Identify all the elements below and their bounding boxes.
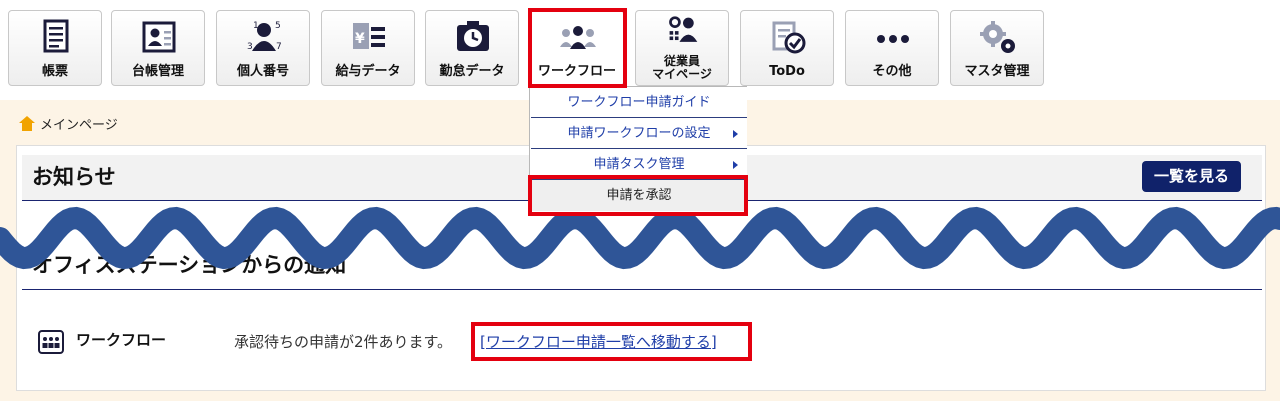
menu-item-workflow-settings-label: 申請ワークフローの設定 [567,126,711,141]
toolbar-todo-button[interactable]: ToDo [740,10,834,86]
workflow-list-link[interactable]: [ワークフロー申請一覧へ移動する] [480,331,717,353]
toolbar-attendance-label: 勤怠データ [439,64,505,79]
svg-text:7: 7 [276,42,282,52]
toolbar-workflow-button[interactable]: ワークフロー [530,10,624,86]
toolbar-personal-number-label: 個人番号 [236,64,289,79]
notice-message: 承認待ちの申請が2件あります。 [234,333,453,351]
menu-item-approve-requests[interactable]: 申請を承認 [531,180,747,211]
main-toolbar: 帳票 台帳管理 3 1 5 7 個人番号 ¥ 給与データ 勤怠データ ワークフロ… [0,0,1280,100]
workflow-dropdown-menu: ワークフロー申請ガイド 申請ワークフローの設定 申請タスク管理 申請を承認 [529,86,747,214]
document-list-icon [43,19,69,53]
toolbar-employee-mypage-label: 従業員 マイページ [636,55,728,81]
breadcrumb-main-page[interactable]: メインページ [40,114,118,133]
toolbar-todo-label: ToDo [769,64,805,79]
gears-icon [980,21,1015,53]
menu-item-task-management-label: 申請タスク管理 [593,157,685,172]
salary-yen-icon: ¥ [353,23,385,49]
toolbar-salary-button[interactable]: ¥ 給与データ [321,10,415,86]
toolbar-salary-label: 給与データ [335,64,401,79]
toolbar-master-button[interactable]: マスタ管理 [950,10,1044,86]
menu-item-workflow-settings[interactable]: 申請ワークフローの設定 [531,118,747,149]
toolbar-other-label: その他 [872,64,912,79]
toolbar-ledger-button[interactable]: 台帳管理 [111,10,205,86]
toolbar-master-label: マスタ管理 [964,64,1030,79]
toolbar-workflow-label: ワークフロー [537,64,616,79]
toolbar-employee-mypage-label-line2: マイページ [652,67,712,81]
todo-check-icon [772,21,806,54]
toolbar-reports-button[interactable]: 帳票 [8,10,102,86]
notice-category: ワークフロー [76,331,167,349]
svg-text:¥: ¥ [355,31,365,47]
workflow-people-icon [560,26,596,49]
breadcrumb: メインページ [18,113,118,133]
toolbar-ledger-label: 台帳管理 [131,64,184,79]
menu-item-approve-requests-label: 申請を承認 [606,188,672,203]
submenu-arrow-icon [733,130,738,138]
menu-item-workflow-guide-label: ワークフロー申請ガイド [567,95,711,110]
attendance-clock-icon [457,21,489,51]
svg-text:5: 5 [275,21,281,31]
toolbar-reports-label: 帳票 [41,64,68,79]
notices-title: お知らせ [32,165,116,189]
toolbar-employee-mypage-button[interactable]: 従業員 マイページ [635,10,729,86]
person-number-icon: 3 1 5 7 [247,21,282,52]
menu-item-task-management[interactable]: 申請タスク管理 [531,149,747,180]
workflow-notice-icon [38,330,64,354]
svg-text:1: 1 [253,21,259,31]
home-icon[interactable] [18,115,36,132]
toolbar-other-button[interactable]: その他 [845,10,939,86]
submenu-arrow-icon [733,161,738,169]
svg-text:3: 3 [247,42,253,52]
view-all-button[interactable]: 一覧を見る [1142,161,1241,192]
toolbar-personal-number-button[interactable]: 3 1 5 7 個人番号 [216,10,310,86]
id-card-icon [142,21,176,53]
toolbar-attendance-button[interactable]: 勤怠データ [425,10,519,86]
more-dots-icon [877,35,909,43]
menu-item-workflow-guide[interactable]: ワークフロー申請ガイド [531,87,747,118]
employee-mypage-icon [669,16,698,42]
